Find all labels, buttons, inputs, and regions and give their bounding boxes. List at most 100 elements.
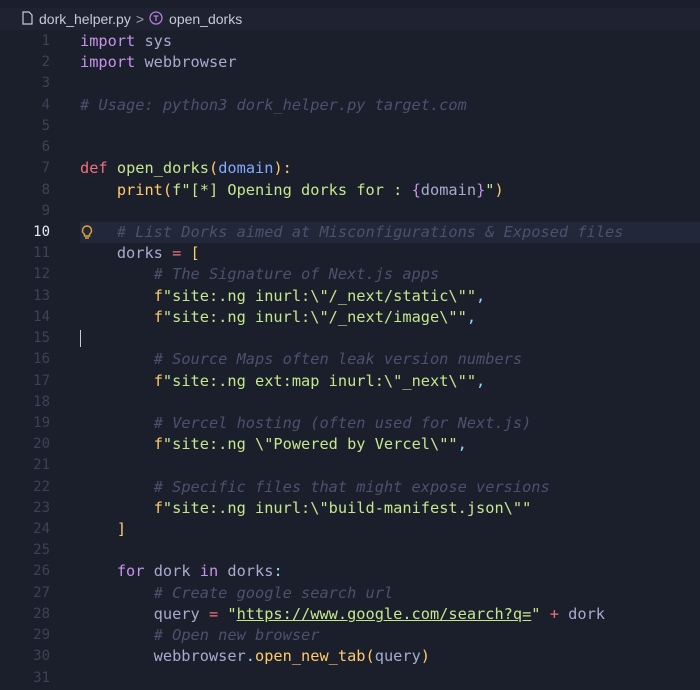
line-code: f"site:.ng inurl:\"/_next/image\"", xyxy=(80,307,476,328)
code-line[interactable]: 31 xyxy=(0,668,700,689)
line-code: ] xyxy=(80,519,126,540)
line-number: 24 xyxy=(0,519,50,540)
line-number: 14 xyxy=(0,307,50,328)
code-token xyxy=(80,265,154,283)
code-token: dorks xyxy=(218,562,273,580)
code-line[interactable]: 24 ] xyxy=(0,519,700,540)
code-editor[interactable]: 1import sys2import webbrowser34# Usage: … xyxy=(0,30,700,689)
code-token: . xyxy=(246,647,255,665)
code-line[interactable]: 5 xyxy=(0,116,700,137)
code-line[interactable]: 12 # The Signature of Next.js apps xyxy=(0,264,700,285)
code-token: "site:.ng inurl:\"/_next/static\"" xyxy=(163,287,476,305)
code-line[interactable]: 17 f"site:.ng ext:map inurl:\"_next\"", xyxy=(0,371,700,392)
code-token xyxy=(80,562,117,580)
line-number: 23 xyxy=(0,498,50,519)
code-token xyxy=(80,584,154,602)
code-token: ] xyxy=(117,520,126,538)
code-token: # The Signature of Next.js apps xyxy=(154,265,440,283)
line-number: 31 xyxy=(0,668,50,689)
code-token: dorks xyxy=(80,244,172,262)
line-number: 8 xyxy=(0,180,50,201)
code-line[interactable]: 20 f"site:.ng \"Powered by Vercel\"", xyxy=(0,434,700,455)
code-token: query xyxy=(375,647,421,665)
code-token: open_new_tab xyxy=(255,647,366,665)
code-token xyxy=(80,372,154,390)
code-line[interactable]: 27 # Create google search url xyxy=(0,583,700,604)
code-line[interactable]: 21 xyxy=(0,455,700,476)
line-number: 29 xyxy=(0,625,50,646)
line-number: 27 xyxy=(0,583,50,604)
code-token xyxy=(108,159,117,177)
code-token: def xyxy=(80,159,108,177)
line-code: print(f"[*] Opening dorks for : {domain}… xyxy=(80,180,504,201)
code-token: = xyxy=(172,244,181,262)
line-code: f"site:.ng inurl:\"/_next/static\"", xyxy=(80,286,485,307)
code-token: : xyxy=(273,562,282,580)
code-line[interactable]: 13 f"site:.ng inurl:\"/_next/static\"", xyxy=(0,286,700,307)
code-line[interactable]: 8 print(f"[*] Opening dorks for : {domai… xyxy=(0,180,700,201)
code-token: ( xyxy=(209,159,218,177)
code-line[interactable]: 2import webbrowser xyxy=(0,52,700,73)
code-token: for xyxy=(117,562,145,580)
line-number: 17 xyxy=(0,371,50,392)
code-line[interactable]: 6 xyxy=(0,137,700,158)
code-token: "site:.ng inurl:\"/_next/image\"" xyxy=(163,308,467,326)
code-line[interactable]: 15 xyxy=(0,328,700,349)
line-code: for dork in dorks: xyxy=(80,561,283,582)
code-line[interactable]: 28 query = "https://www.google.com/searc… xyxy=(0,604,700,625)
code-line[interactable]: 11 dorks = [ xyxy=(0,243,700,264)
code-token xyxy=(80,181,117,199)
code-line[interactable]: 26 for dork in dorks: xyxy=(0,561,700,582)
code-line[interactable]: 14 f"site:.ng inurl:\"/_next/image\"", xyxy=(0,307,700,328)
code-token xyxy=(80,350,154,368)
line-code: import webbrowser xyxy=(80,52,237,73)
code-token: import xyxy=(80,32,135,50)
line-number: 19 xyxy=(0,413,50,434)
line-number: 25 xyxy=(0,540,50,561)
code-token: # List Dorks aimed at Misconfigurations … xyxy=(117,223,624,241)
line-code: dorks = [ xyxy=(80,243,200,264)
line-number: 15 xyxy=(0,328,50,349)
code-line[interactable]: 16 # Source Maps often leak version numb… xyxy=(0,349,700,370)
code-line[interactable]: 19 # Vercel hosting (often used for Next… xyxy=(0,413,700,434)
code-token: # Open new browser xyxy=(154,626,320,644)
line-number: 28 xyxy=(0,604,50,625)
code-token: sys xyxy=(135,32,172,50)
code-line[interactable]: 7def open_dorks(domain): xyxy=(0,158,700,179)
code-token: f xyxy=(154,287,163,305)
code-token xyxy=(80,626,154,644)
line-number: 7 xyxy=(0,158,50,179)
code-line[interactable]: 29 # Open new browser xyxy=(0,625,700,646)
code-line[interactable]: 25 xyxy=(0,540,700,561)
code-line[interactable]: 4# Usage: python3 dork_helper.py target.… xyxy=(0,95,700,116)
line-number: 10 xyxy=(0,222,50,243)
code-line[interactable]: 23 f"site:.ng inurl:\"build-manifest.jso… xyxy=(0,498,700,519)
file-icon xyxy=(22,11,33,28)
method-symbol-icon xyxy=(149,11,163,28)
code-token: webbrowser xyxy=(80,647,246,665)
code-line[interactable]: 9 xyxy=(0,201,700,222)
code-line[interactable]: 18 xyxy=(0,392,700,413)
line-code: f"site:.ng inurl:\"build-manifest.json\"… xyxy=(80,498,531,519)
code-token xyxy=(80,287,154,305)
code-token: f xyxy=(154,372,163,390)
code-line[interactable]: 22 # Specific files that might expose ve… xyxy=(0,477,700,498)
code-token: " xyxy=(531,605,540,623)
code-line[interactable]: 30 webbrowser.open_new_tab(query) xyxy=(0,646,700,667)
breadcrumb-symbol[interactable]: open_dorks xyxy=(169,11,242,27)
code-token: ) xyxy=(421,647,430,665)
line-code: # Source Maps often leak version numbers xyxy=(80,349,522,370)
code-line[interactable]: 1import sys xyxy=(0,31,700,52)
breadcrumb: dork_helper.py > open_dorks xyxy=(0,8,700,30)
breadcrumb-file[interactable]: dork_helper.py xyxy=(39,11,131,27)
line-number: 21 xyxy=(0,455,50,476)
code-token: # Create google search url xyxy=(154,584,393,602)
code-token xyxy=(80,435,154,453)
code-token xyxy=(80,520,117,538)
code-token: } xyxy=(476,181,485,199)
code-line[interactable]: 10 # List Dorks aimed at Misconfiguratio… xyxy=(0,222,700,243)
code-token: # Vercel hosting (often used for Next.js… xyxy=(154,414,532,432)
line-code: webbrowser.open_new_tab(query) xyxy=(80,646,430,667)
code-line[interactable]: 3 xyxy=(0,73,700,94)
code-token: query xyxy=(80,605,209,623)
